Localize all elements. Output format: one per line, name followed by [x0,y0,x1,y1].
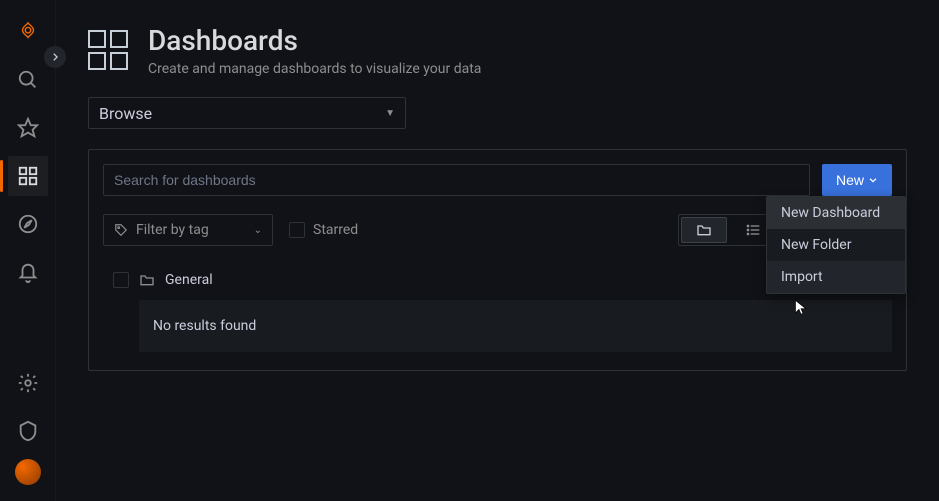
sidebar [0,0,56,501]
page-header: Dashboards Create and manage dashboards … [88,24,907,77]
main: Dashboards Create and manage dashboards … [56,0,939,501]
tag-icon [114,223,128,237]
list-icon [746,222,762,238]
search-input[interactable] [103,164,810,196]
folder-name: General [165,272,213,288]
starred-label-text: Starred [313,222,358,238]
view-toggle [678,214,780,246]
filter-by-tag[interactable]: Filter by tag ⌄ [103,214,273,246]
tab-select[interactable]: Browse ▼ [88,97,406,129]
page-subtitle: Create and manage dashboards to visualiz… [148,61,481,77]
tab-select-label: Browse [99,104,152,123]
shield-icon[interactable] [8,411,48,451]
chevron-down-icon: ▼ [385,108,395,119]
alerts-icon[interactable] [8,252,48,292]
grafana-logo-icon[interactable] [8,12,48,52]
dropdown-item-import[interactable]: Import [767,261,905,293]
starred-checkbox[interactable] [289,222,305,238]
dashboards-header-icon [88,30,128,70]
star-icon[interactable] [8,108,48,148]
new-button-label: New [836,172,864,188]
no-results: No results found [139,300,892,352]
expand-sidebar-button[interactable] [44,46,66,68]
folder-icon [139,272,155,288]
chevron-down-icon [868,175,878,185]
avatar[interactable] [15,459,41,485]
new-dropdown: New Dashboard New Folder Import [766,196,906,294]
folder-icon [696,222,712,238]
new-button[interactable]: New [822,164,892,196]
chevron-down-icon: ⌄ [254,225,262,236]
folder-checkbox[interactable] [113,272,129,288]
page-title: Dashboards [148,24,481,57]
browse-panel: New New Dashboard New Folder Import Filt… [88,149,907,371]
explore-icon[interactable] [8,204,48,244]
filter-by-tag-label: Filter by tag [136,222,209,238]
dropdown-item-new-folder[interactable]: New Folder [767,229,905,261]
starred-toggle[interactable]: Starred [289,222,358,238]
search-icon[interactable] [8,60,48,100]
dashboards-icon[interactable] [8,156,48,196]
dropdown-item-new-dashboard[interactable]: New Dashboard [767,197,905,229]
view-folder-button[interactable] [681,217,727,243]
settings-icon[interactable] [8,363,48,403]
